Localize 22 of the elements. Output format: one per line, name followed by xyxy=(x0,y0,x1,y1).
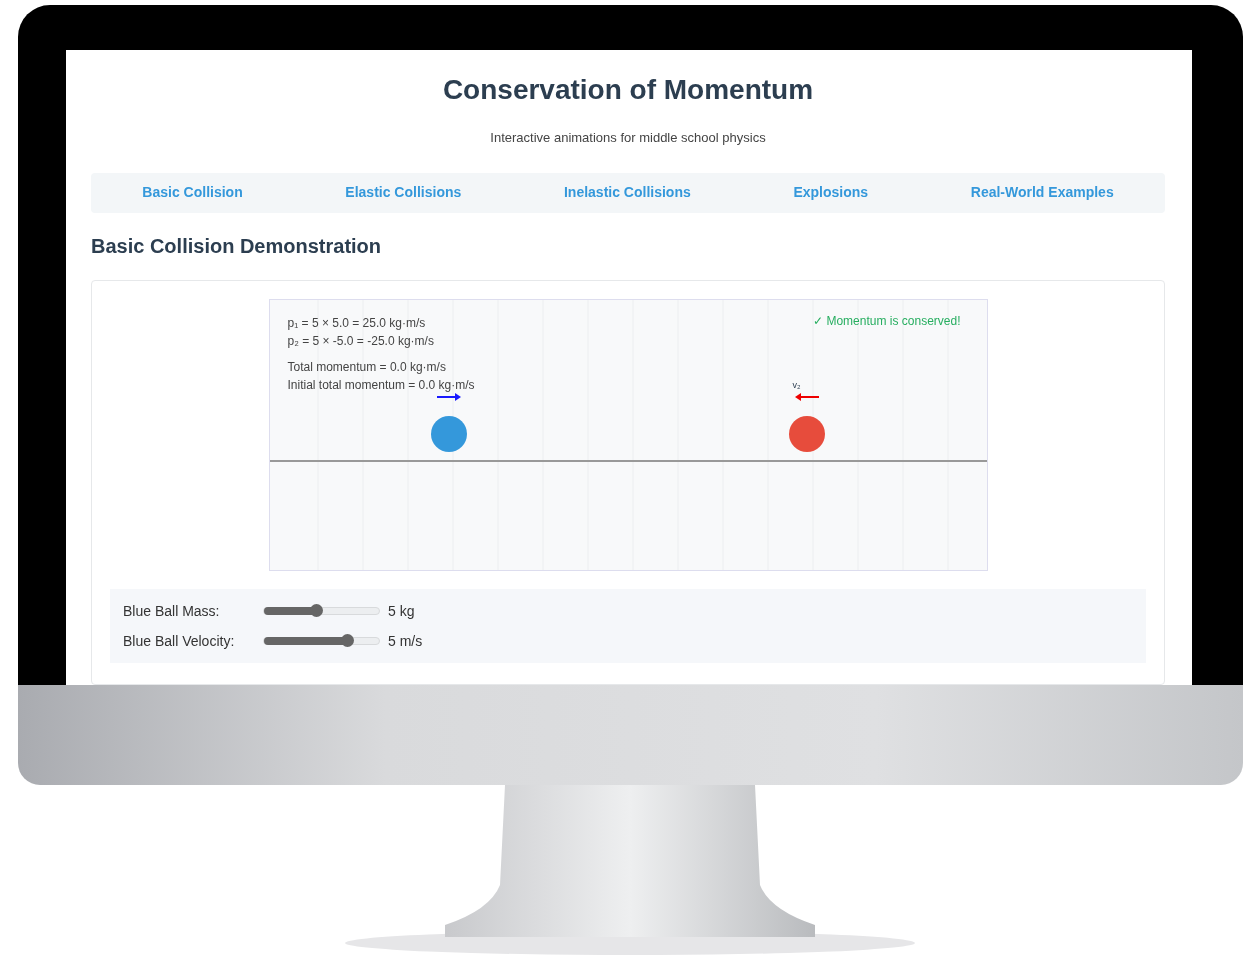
slider-thumb[interactable] xyxy=(309,604,323,617)
section-heading: Basic Collision Demonstration xyxy=(91,235,383,258)
control-label: Blue Ball Velocity: xyxy=(123,633,236,649)
momentum-equation: p₁ = 5 × 5.0 = 25.0 kg·m/s xyxy=(287,315,427,332)
page-title: Conservation of Momentum xyxy=(441,74,815,106)
slider-track[interactable] xyxy=(263,637,380,645)
momentum-total: Total momentum = 0.0 kg·m/s xyxy=(287,359,447,376)
slider-thumb[interactable] xyxy=(340,634,354,647)
status-message: ✓ Momentum is conserved! xyxy=(813,314,961,328)
slider-track[interactable] xyxy=(263,607,380,615)
velocity-label: v₂ xyxy=(792,380,801,390)
nav-tab[interactable]: Elastic Collisions xyxy=(335,178,472,208)
momentum-total: Initial total momentum = 0.0 kg·m/s xyxy=(287,377,475,394)
nav-tab[interactable]: Real-World Examples xyxy=(960,178,1124,208)
nav-tab[interactable]: Explosions xyxy=(783,178,879,208)
page-subtitle: Interactive animations for middle school physics xyxy=(489,130,767,145)
nav-tab[interactable]: Inelastic Collisions xyxy=(553,178,701,208)
control-value: 5 m/s xyxy=(388,633,423,649)
nav-tab[interactable]: Basic Collision xyxy=(132,178,253,208)
control-label: Blue Ball Mass: xyxy=(123,603,221,619)
momentum-equation: p₂ = 5 × -5.0 = -25.0 kg·m/s xyxy=(287,333,434,350)
control-value: 5 kg xyxy=(388,603,415,619)
